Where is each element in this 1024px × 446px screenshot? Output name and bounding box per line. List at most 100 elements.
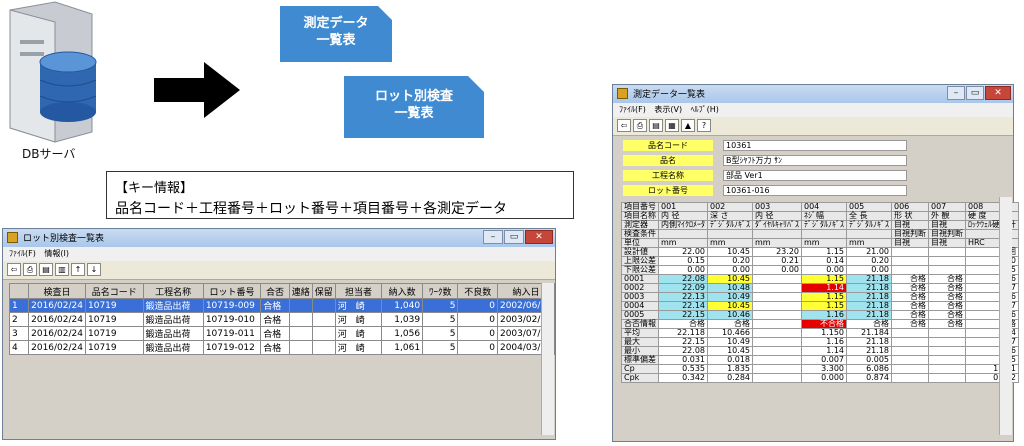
grid-cell bbox=[752, 292, 802, 302]
maximize-button[interactable]: ▭ bbox=[966, 86, 984, 100]
grid-cell bbox=[752, 310, 802, 320]
measure-toolbar: ⇦ ⎙ ▤ ▦ ▲ ? bbox=[613, 117, 1013, 136]
column-header[interactable]: 検査日 bbox=[28, 283, 86, 299]
menu-file[interactable]: ﾌｧｲﾙ(F) bbox=[9, 249, 36, 258]
exit-icon[interactable]: ⇦ bbox=[7, 263, 21, 276]
right-arrow-icon bbox=[154, 62, 240, 118]
grid-cell: ﾀﾞｲﾔﾙｷｬﾘﾊﾟｽ bbox=[752, 220, 802, 230]
table-cell: 0 bbox=[457, 326, 498, 341]
exit-icon[interactable]: ⇦ bbox=[617, 119, 631, 132]
measure-menubar: ﾌｧｲﾙ(F) 表示(V) ﾍﾙﾌﾟ(H) bbox=[613, 103, 1013, 117]
preview-icon[interactable]: ▤ bbox=[39, 263, 53, 276]
column-header[interactable]: ロット番号 bbox=[202, 283, 262, 299]
grid-cell bbox=[752, 364, 802, 374]
lot-scrollbar[interactable] bbox=[541, 283, 554, 435]
grid-row: 最大22.1510.491.1621.1837 bbox=[621, 337, 1019, 347]
sort-asc-icon[interactable]: ↑ bbox=[71, 263, 85, 276]
lot-window: ロット別検査一覧表 – ▭ ✕ ﾌｧｲﾙ(F) 情報(I) ⇦ ⎙ ▤ ▥ ↑ … bbox=[2, 228, 556, 440]
minimize-button[interactable]: – bbox=[947, 86, 965, 100]
grid-cell bbox=[928, 373, 966, 383]
menu-view[interactable]: 表示(V) bbox=[654, 105, 682, 114]
close-button[interactable]: ✕ bbox=[985, 86, 1011, 100]
print-icon[interactable]: ⎙ bbox=[633, 119, 647, 132]
grid-cell bbox=[752, 346, 802, 356]
grid-cell: ﾃﾞｼﾞﾀﾙﾉｷﾞｽ bbox=[801, 220, 847, 230]
key-row-product-name: 品名 B型ｼﾔﾌﾄ万力 ｻﾝ bbox=[623, 155, 923, 166]
grid-cell bbox=[752, 337, 802, 347]
table-row[interactable]: 3 2016/02/24 10719 鍛造品出荷 10719-011 合格 河 崎 1,056… bbox=[8, 326, 556, 341]
measure-window-title: 測定データ一覧表 bbox=[633, 90, 706, 100]
table-cell: 0 bbox=[457, 340, 498, 355]
grid-cell bbox=[928, 247, 966, 257]
grid-icon[interactable]: ▦ bbox=[665, 119, 679, 132]
table-row[interactable]: 4 2016/02/24 10719 鍛造品出荷 10719-012 合格 河 崎 1,061… bbox=[8, 340, 556, 355]
lot-menubar: ﾌｧｲﾙ(F) 情報(I) bbox=[3, 247, 555, 261]
table-cell: 2016/02/24 bbox=[28, 340, 86, 355]
table-cell: 5 bbox=[422, 340, 459, 355]
grid-cell bbox=[752, 328, 802, 338]
table-row[interactable]: 2 2016/02/24 10719 鍛造品出荷 10719-010 合格 河 崎 1,039… bbox=[8, 312, 556, 327]
menu-info[interactable]: 情報(I) bbox=[44, 249, 69, 258]
column-header[interactable]: 納入数 bbox=[381, 283, 424, 299]
column-header[interactable]: ﾜｰｸ数 bbox=[422, 283, 459, 299]
lot-report-doc: ロット別検査 一覧表 bbox=[344, 76, 484, 138]
grid-row: 最小22.0810.451.1421.1836 bbox=[621, 346, 1019, 356]
grid-cell bbox=[752, 355, 802, 365]
table-cell: 鍛造品出荷 bbox=[142, 326, 204, 341]
book-icon[interactable]: ▥ bbox=[55, 263, 69, 276]
table-cell: 河 崎 bbox=[334, 326, 383, 341]
grid-cell: 0.284 bbox=[707, 373, 753, 383]
table-cell: 5 bbox=[422, 326, 459, 341]
grid-cell bbox=[928, 328, 966, 338]
lot-table: 検査日 品名コード 工程名称 ロット番号 合否 連絡 保留 担当者 納入数 ﾜｰｸ数 不良数 納入日 1… bbox=[8, 283, 556, 355]
chart-icon[interactable]: ▲ bbox=[681, 119, 695, 132]
table-cell: 合格 bbox=[260, 298, 290, 313]
table-cell bbox=[288, 298, 313, 313]
column-header[interactable]: 合否 bbox=[260, 283, 290, 299]
grid-cell bbox=[891, 355, 929, 365]
menu-help[interactable]: ﾍﾙﾌﾟ(H) bbox=[691, 105, 719, 114]
print-icon[interactable]: ⎙ bbox=[23, 263, 37, 276]
grid-cell: 合格 bbox=[891, 319, 929, 329]
grid-row: 標準偏差0.0310.0180.0070.0050.5 bbox=[621, 355, 1019, 365]
grid-cell bbox=[752, 274, 802, 284]
table-cell: 河 崎 bbox=[334, 340, 383, 355]
column-header[interactable]: 保留 bbox=[311, 283, 336, 299]
sort-desc-icon[interactable]: ↓ bbox=[87, 263, 101, 276]
grid-cell: 目視 bbox=[891, 238, 929, 248]
column-header[interactable]: 工程名称 bbox=[142, 283, 204, 299]
grid-row: 検査条件 目視判断 目視判断 bbox=[621, 229, 1019, 239]
menu-file[interactable]: ﾌｧｲﾙ(F) bbox=[619, 105, 646, 114]
table-cell bbox=[288, 340, 313, 355]
table-row[interactable]: 1 2016/02/24 10719 鍛造品出荷 10719-009 合格 河 崎 1,040… bbox=[8, 298, 556, 313]
key-row-product-code: 品名コード 10361 bbox=[623, 140, 923, 151]
close-button[interactable]: ✕ bbox=[525, 230, 553, 244]
table-cell: 5 bbox=[422, 312, 459, 327]
row-header: Cpk bbox=[621, 373, 659, 383]
preview-icon[interactable]: ▤ bbox=[649, 119, 663, 132]
table-cell: 4 bbox=[8, 340, 30, 355]
measure-scrollbar[interactable] bbox=[999, 197, 1012, 435]
column-header[interactable] bbox=[8, 283, 30, 299]
table-cell: 1,061 bbox=[381, 340, 424, 355]
grid-cell bbox=[752, 319, 802, 329]
lot-report-title: ロット別検査 一覧表 bbox=[374, 89, 453, 121]
maximize-button[interactable]: ▭ bbox=[504, 230, 524, 244]
column-header[interactable]: 品名コード bbox=[85, 283, 144, 299]
key-info-text: 品名コード＋工程番号＋ロット番号＋項目番号＋各測定データ bbox=[115, 201, 507, 217]
help-icon[interactable]: ? bbox=[697, 119, 711, 132]
key-value: 10361 bbox=[723, 140, 907, 151]
column-header[interactable]: 担当者 bbox=[334, 283, 383, 299]
key-label: 品名コード bbox=[623, 140, 713, 151]
measure-report-title: 測定データ 一覧表 bbox=[303, 16, 369, 48]
table-cell bbox=[311, 340, 336, 355]
grid-row: Cp0.5351.8353.3006.0861.521 bbox=[621, 364, 1019, 374]
minimize-button[interactable]: – bbox=[483, 230, 503, 244]
key-row-lot: ロット番号 10361-016 bbox=[623, 185, 923, 196]
key-row-process: 工程名称 部品 Ver1 bbox=[623, 170, 923, 181]
table-cell bbox=[311, 312, 336, 327]
column-header[interactable]: 不良数 bbox=[457, 283, 498, 299]
grid-row: 設計値22.0010.4523.201.1521.00範囲 bbox=[621, 247, 1019, 257]
column-header[interactable]: 連絡 bbox=[288, 283, 313, 299]
grid-cell bbox=[928, 346, 966, 356]
